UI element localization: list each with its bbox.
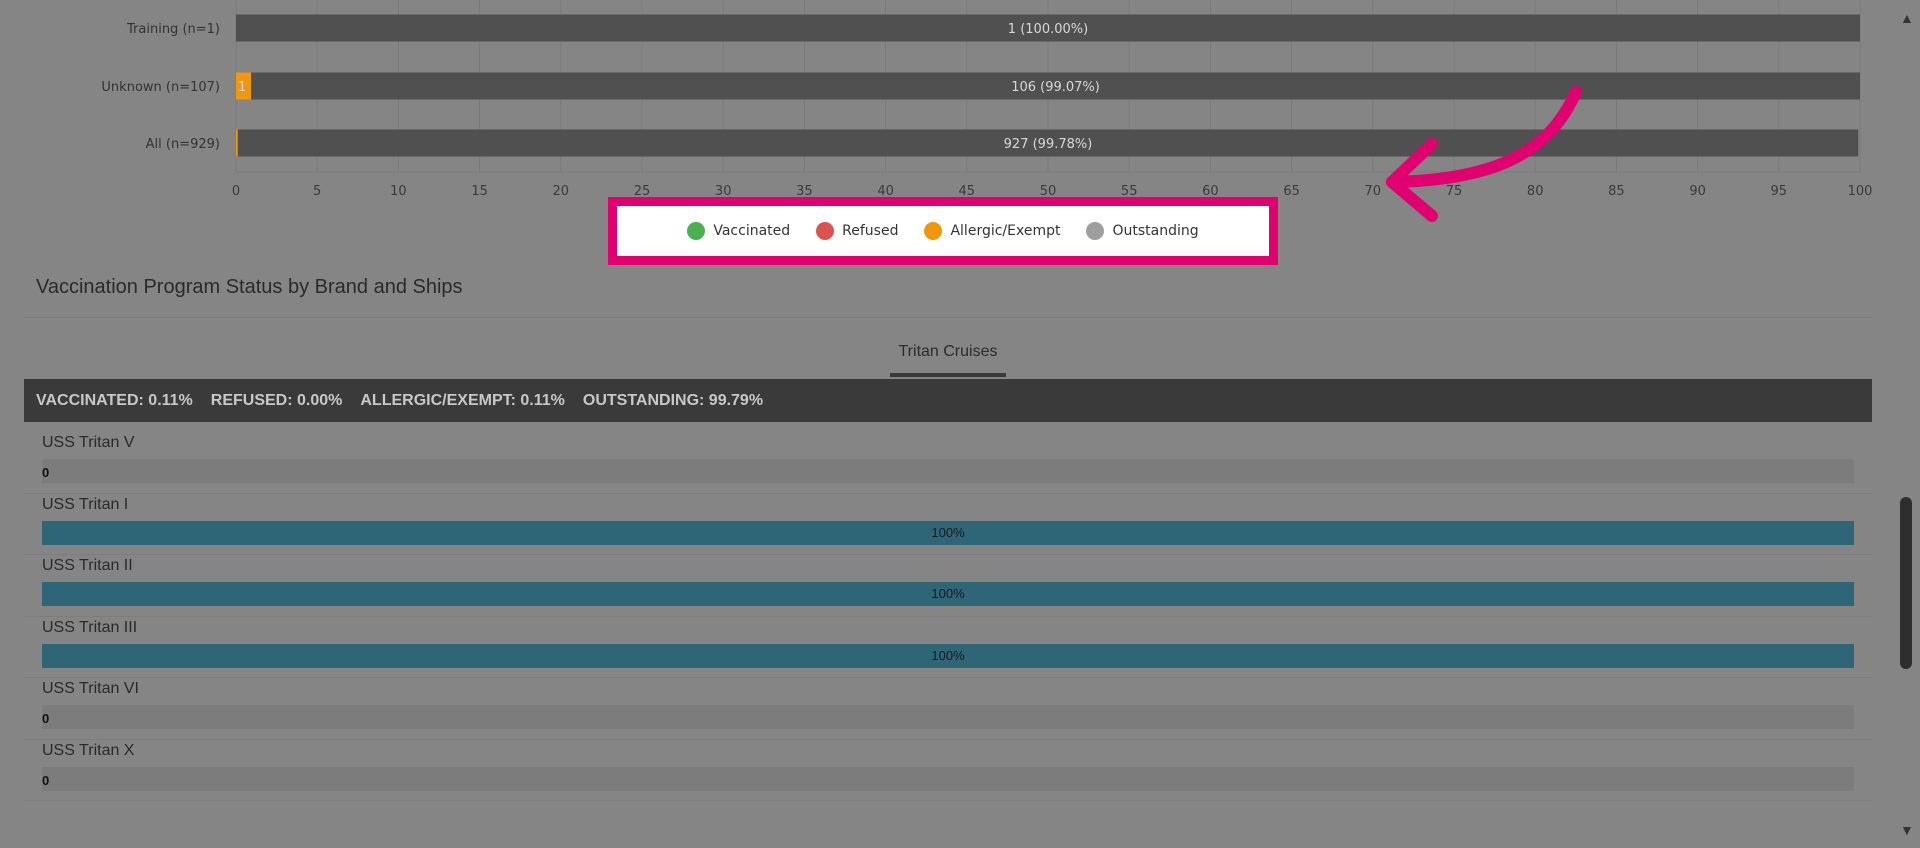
legend-dot-icon: [924, 222, 943, 240]
ship-name: USS Tritan V: [42, 434, 135, 451]
ship-name: USS Tritan I: [42, 495, 129, 513]
ship-progress-track: 100%: [42, 520, 1854, 545]
ship-value: 0: [42, 772, 50, 788]
summary-bar: VACCINATED: 0.11% REFUSED: 0.00% ALLERGI…: [24, 379, 1872, 422]
tab-active-indicator: [890, 373, 1006, 377]
ship-progress-track: [42, 459, 1854, 483]
legend-dot-icon: [816, 222, 835, 240]
ship-row: USS Tritan II 100%: [24, 555, 1872, 617]
ship-row: USS Tritan III 100%: [24, 617, 1872, 678]
x-tick-label: 15: [471, 184, 488, 199]
summary-vaccinated: VACCINATED: 0.11%: [36, 391, 193, 409]
ship-row: USS Tritan V 0: [24, 432, 1872, 494]
ship-row: USS Tritan X 0: [24, 740, 1872, 801]
ship-progress-track: 100%: [42, 643, 1854, 668]
tab-tritan-cruises[interactable]: Tritan Cruises: [890, 343, 1006, 369]
legend-label: Allergic/Exempt: [950, 223, 1061, 239]
x-tick-label: 65: [1283, 184, 1300, 199]
chart-legend: Vaccinated Refused Allergic/Exempt Outst…: [608, 197, 1278, 265]
ship-progress-track: [42, 705, 1854, 729]
ship-name: USS Tritan VI: [42, 680, 139, 697]
ship-row: USS Tritan VI 0: [24, 678, 1872, 740]
x-tick-label: 85: [1608, 184, 1625, 199]
x-tick-label: 70: [1365, 184, 1382, 199]
section-title: Vaccination Program Status by Brand and …: [36, 276, 463, 298]
scrollbar-thumb[interactable]: [1900, 497, 1912, 669]
status-chart: 0 5 10 15 20 25 30 35 40 45 50 55 60 65 70 75 80 85 90 95 10…: [101, 0, 1873, 199]
x-tick-label: 95: [1771, 184, 1788, 199]
legend-label: Vaccinated: [713, 223, 791, 239]
scroll-down-icon[interactable]: ▼: [1900, 822, 1914, 838]
legend-item-outstanding[interactable]: Outstanding: [1086, 222, 1199, 240]
ship-value: 100%: [931, 524, 965, 540]
section-divider: [24, 317, 1872, 318]
x-tick-label: 100: [1848, 184, 1873, 199]
x-tick-label: 0: [232, 184, 240, 199]
summary-allergic: ALLERGIC/EXEMPT: 0.11%: [360, 391, 565, 409]
x-tick-label: 5: [313, 184, 321, 199]
legend-label: Refused: [842, 223, 899, 239]
legend-dot-icon: [687, 222, 706, 240]
x-tick-label: 10: [390, 184, 407, 199]
summary-refused: REFUSED: 0.00%: [210, 391, 343, 409]
ship-value: 0: [42, 465, 50, 480]
data-label: 927 (99.78%): [1004, 137, 1093, 152]
legend-item-vaccinated[interactable]: Vaccinated: [687, 222, 790, 240]
data-label: 106 (99.07%): [1011, 80, 1100, 95]
category-label: All (n=929): [146, 137, 220, 152]
ship-value: 100%: [931, 586, 965, 601]
ship-name: USS Tritan III: [42, 618, 138, 636]
summary-outstanding: OUTSTANDING: 99.79%: [582, 391, 764, 409]
ship-list: USS Tritan V 0 USS Tritan I 100% USS Tri…: [24, 432, 1872, 801]
ship-progress-track: [42, 766, 1854, 791]
ship-value: 100%: [931, 647, 965, 663]
scroll-up-icon[interactable]: ▲: [1900, 10, 1914, 26]
legend-dot-icon: [1086, 222, 1105, 240]
x-tick-label: 90: [1689, 184, 1706, 199]
ship-progress-track: 100%: [42, 582, 1854, 606]
legend-item-allergic[interactable]: Allergic/Exempt: [924, 222, 1060, 240]
data-label: 1 (100.00%): [1008, 22, 1088, 37]
ship-row: USS Tritan I 100%: [24, 494, 1872, 555]
ship-value: 0: [42, 711, 50, 726]
annotation-arrow-icon: [1386, 86, 1582, 222]
ship-name: USS Tritan X: [42, 741, 135, 759]
ship-name: USS Tritan II: [42, 557, 133, 574]
legend-item-refused[interactable]: Refused: [816, 222, 898, 240]
category-label: Unknown (n=107): [101, 80, 220, 95]
legend-label: Outstanding: [1112, 223, 1199, 239]
x-tick-label: 20: [553, 184, 570, 199]
category-label: Training (n=1): [126, 22, 220, 37]
